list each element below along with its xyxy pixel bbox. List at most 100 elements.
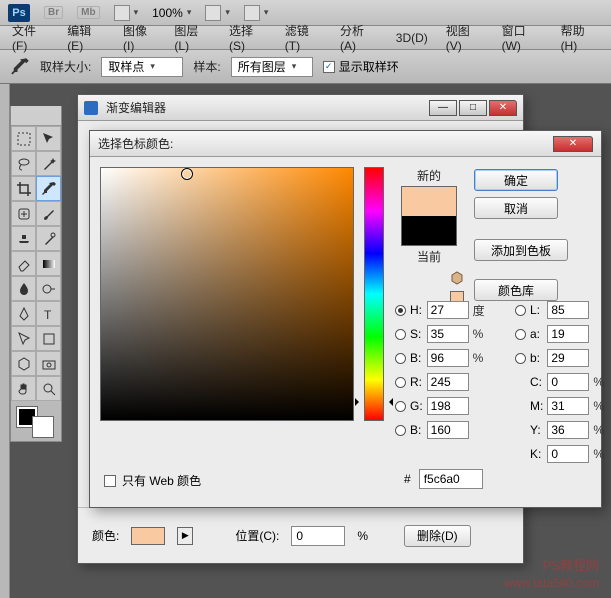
gradient-tool[interactable]	[36, 251, 61, 276]
zoom-tool[interactable]	[36, 376, 61, 401]
marquee-tool[interactable]	[11, 126, 36, 151]
3d-tool[interactable]	[11, 351, 36, 376]
input-s[interactable]: 35	[427, 325, 469, 343]
radio-g[interactable]	[395, 401, 406, 412]
minibridge-badge[interactable]: Mb	[77, 6, 99, 19]
radio-l[interactable]	[515, 305, 526, 316]
input-lb[interactable]: 29	[547, 349, 589, 367]
stop-color-swatch[interactable]	[131, 527, 165, 545]
brush-tool[interactable]	[36, 201, 61, 226]
color-picker-title-bar[interactable]: 选择色标颜色: ✕	[90, 131, 601, 157]
menu-select[interactable]: 选择(S)	[229, 22, 267, 53]
new-color-swatch	[402, 187, 456, 216]
radio-r[interactable]	[395, 377, 406, 388]
close-button[interactable]: ✕	[489, 100, 517, 116]
hex-row: # f5c6a0	[404, 469, 483, 489]
crop-tool[interactable]	[11, 176, 36, 201]
input-y[interactable]: 36	[547, 421, 589, 439]
menu-analysis[interactable]: 分析(A)	[340, 22, 378, 53]
healing-brush-tool[interactable]	[11, 201, 36, 226]
radio-s[interactable]	[395, 329, 406, 340]
shape-tool[interactable]	[36, 326, 61, 351]
extras-dropdown[interactable]	[244, 5, 269, 21]
hue-slider[interactable]	[364, 167, 384, 421]
svg-text:T: T	[44, 308, 52, 322]
radio-a[interactable]	[515, 329, 526, 340]
blur-tool[interactable]	[11, 276, 36, 301]
background-swatch[interactable]	[33, 417, 53, 437]
minimize-button[interactable]: —	[429, 100, 457, 116]
current-color-swatch[interactable]	[402, 216, 456, 245]
radio-lb[interactable]	[515, 353, 526, 364]
color-swatches[interactable]	[11, 401, 61, 437]
unit-c: %	[593, 375, 604, 389]
sample-size-label: 取样大小:	[40, 58, 91, 75]
sample-layers-select[interactable]: 所有图层	[231, 57, 313, 77]
menu-file[interactable]: 文件(F)	[12, 22, 49, 53]
radio-bb[interactable]	[395, 425, 406, 436]
maximize-button[interactable]: □	[459, 100, 487, 116]
eraser-tool[interactable]	[11, 251, 36, 276]
sample-size-value: 取样点	[108, 58, 144, 75]
history-brush-tool[interactable]	[36, 226, 61, 251]
screen-mode-dropdown[interactable]	[114, 5, 139, 21]
panel-collapse-strip[interactable]	[0, 84, 10, 598]
menu-edit[interactable]: 编辑(E)	[67, 22, 105, 53]
magic-wand-tool[interactable]	[36, 151, 61, 176]
position-input[interactable]: 0	[291, 526, 345, 546]
input-k[interactable]: 0	[547, 445, 589, 463]
ok-button[interactable]: 确定	[474, 169, 558, 191]
web-colors-row[interactable]: ✓ 只有 Web 颜色	[104, 472, 201, 489]
menu-filter[interactable]: 滤镜(T)	[285, 22, 322, 53]
input-b[interactable]: 96	[427, 349, 469, 367]
add-to-swatches-button[interactable]: 添加到色板	[474, 239, 568, 261]
zoom-dropdown[interactable]: 100%	[152, 6, 191, 20]
eyedropper-tool[interactable]	[36, 176, 61, 201]
cancel-button[interactable]: 取消	[474, 197, 558, 219]
pen-tool[interactable]	[11, 301, 36, 326]
arrange-dropdown[interactable]	[205, 5, 230, 21]
sample-size-select[interactable]: 取样点	[101, 57, 183, 77]
window-icon	[84, 101, 98, 115]
checkbox-icon: ✓	[104, 475, 116, 487]
radio-b[interactable]	[395, 353, 406, 364]
menu-3d[interactable]: 3D(D)	[396, 31, 428, 45]
menu-view[interactable]: 视图(V)	[446, 22, 484, 53]
type-tool[interactable]: T	[36, 301, 61, 326]
input-l[interactable]: 85	[547, 301, 589, 319]
radio-h[interactable]	[395, 305, 406, 316]
input-a[interactable]: 19	[547, 325, 589, 343]
close-button[interactable]: ✕	[553, 136, 593, 152]
hand-tool[interactable]	[11, 376, 36, 401]
hex-input[interactable]: f5c6a0	[419, 469, 483, 489]
input-c[interactable]: 0	[547, 373, 589, 391]
move-tool[interactable]	[36, 126, 61, 151]
menu-window[interactable]: 窗口(W)	[502, 22, 543, 53]
bridge-badge[interactable]: Br	[44, 6, 63, 19]
clone-stamp-tool[interactable]	[11, 226, 36, 251]
input-r[interactable]: 245	[427, 373, 469, 391]
delete-stop-button[interactable]: 删除(D)	[404, 525, 471, 547]
camera-tool[interactable]	[36, 351, 61, 376]
menu-image[interactable]: 图像(I)	[123, 22, 156, 53]
gradient-title-bar[interactable]: 渐变编辑器 — □ ✕	[78, 95, 523, 121]
unit-h: 度	[473, 302, 485, 319]
saturation-value-field[interactable]	[100, 167, 354, 421]
stop-color-menu[interactable]: ▶	[177, 527, 193, 545]
color-libraries-button[interactable]: 颜色库	[474, 279, 558, 301]
tools-grip[interactable]	[11, 106, 61, 126]
gamut-warning-icon[interactable]	[450, 271, 464, 285]
input-bb[interactable]: 160	[427, 421, 469, 439]
menu-help[interactable]: 帮助(H)	[561, 22, 599, 53]
menu-layer[interactable]: 图层(L)	[174, 22, 211, 53]
path-selection-tool[interactable]	[11, 326, 36, 351]
input-m[interactable]: 31	[547, 397, 589, 415]
color-picker-window: 选择色标颜色: ✕ 新的 当前 确定 取消 添加到色板	[89, 130, 602, 508]
input-h[interactable]: 27	[427, 301, 469, 319]
input-g[interactable]: 198	[427, 397, 469, 415]
show-sampling-ring-checkbox[interactable]: ✓ 显示取样环	[323, 58, 399, 75]
dodge-tool[interactable]	[36, 276, 61, 301]
lasso-tool[interactable]	[11, 151, 36, 176]
zoom-value: 100%	[152, 6, 183, 20]
label-m: M:	[530, 399, 543, 413]
